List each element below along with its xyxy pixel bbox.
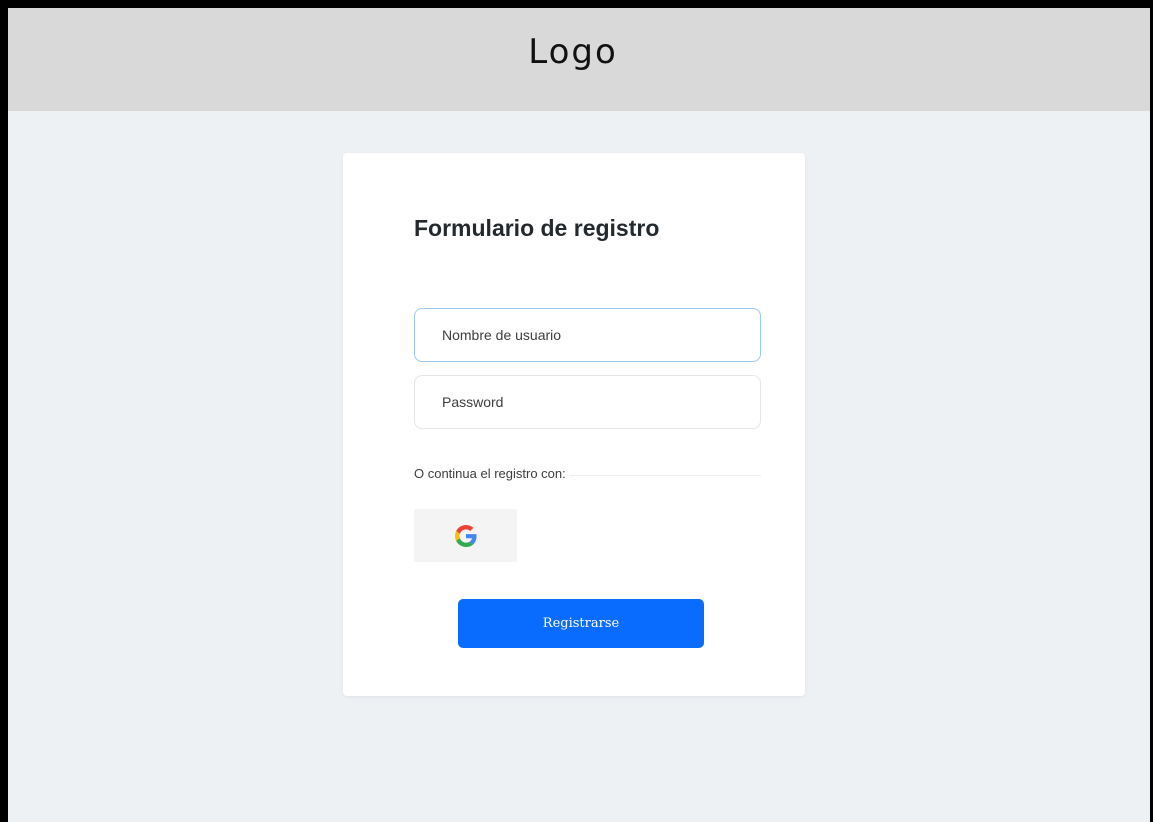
divider-label: O continua el registro con: xyxy=(414,466,566,481)
password-input[interactable] xyxy=(414,375,761,429)
top-header: Logo xyxy=(8,8,1150,111)
divider-line xyxy=(569,474,761,476)
app-frame: Logo Formulario de registro O continua e… xyxy=(8,8,1150,822)
social-divider: O continua el registro con: xyxy=(414,465,761,483)
logo[interactable]: Logo xyxy=(8,30,1150,74)
google-signup-button[interactable] xyxy=(414,509,517,562)
register-button[interactable]: Registrarse xyxy=(458,599,704,648)
google-g-icon xyxy=(454,524,477,547)
registration-card: Formulario de registro O continua el reg… xyxy=(343,153,805,696)
username-input[interactable] xyxy=(414,308,761,362)
form-title: Formulario de registro xyxy=(414,215,660,241)
